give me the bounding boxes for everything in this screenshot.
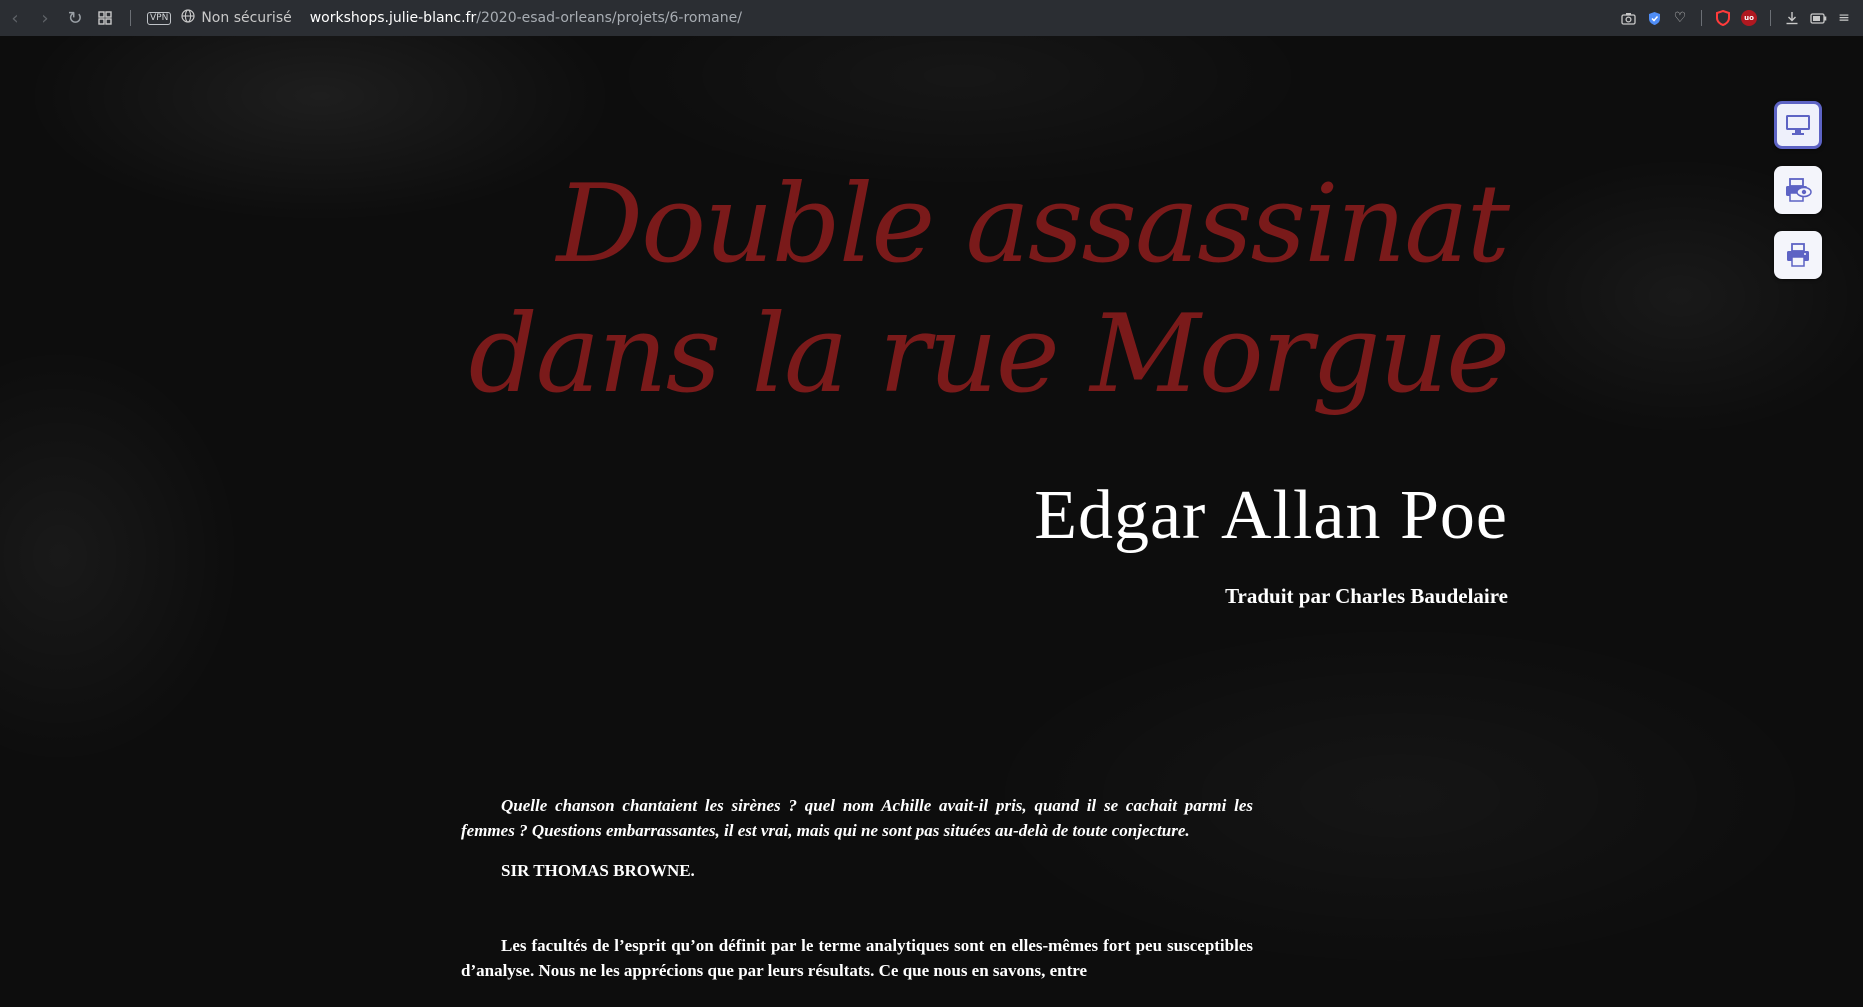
address-bar[interactable]: workshops.julie-blanc.fr/2020-esad-orlea… bbox=[310, 10, 742, 26]
print-button[interactable] bbox=[1774, 231, 1822, 279]
book-title-line: dans la rue Morgue bbox=[468, 292, 1510, 417]
view-mode-controls bbox=[1774, 101, 1822, 279]
adblock-shield-icon[interactable] bbox=[1710, 10, 1736, 26]
print-preview-icon bbox=[1786, 178, 1812, 202]
shield-check-icon[interactable] bbox=[1641, 11, 1667, 26]
toolbar-right-icons: ♡ uo ≡ bbox=[1615, 0, 1857, 36]
forward-icon[interactable]: › bbox=[30, 0, 60, 36]
camera-icon[interactable] bbox=[1615, 12, 1641, 25]
screen-view-button[interactable] bbox=[1774, 101, 1822, 149]
toolbar-divider bbox=[1701, 10, 1702, 26]
book-title-line: Double assassinat bbox=[556, 162, 1510, 287]
printer-icon bbox=[1787, 243, 1809, 267]
epigraph: Quelle chanson chantaient les sirènes ? … bbox=[461, 796, 1253, 840]
vpn-badge[interactable]: VPN bbox=[147, 11, 172, 25]
download-icon[interactable] bbox=[1779, 11, 1805, 25]
toolbar-divider bbox=[130, 10, 131, 26]
security-status[interactable]: Non sécurisé bbox=[201, 10, 291, 26]
epigraph-author: SIR THOMAS BROWNE. bbox=[501, 861, 695, 880]
book-title: Double assassinat dans la rue Morgue bbox=[468, 160, 1510, 420]
first-paragraph: Les facultés de l’esprit qu’on définit p… bbox=[461, 936, 1253, 980]
book-author: Edgar Allan Poe bbox=[1034, 477, 1508, 554]
book-text: Quelle chanson chantaient les sirènes ? … bbox=[461, 793, 1253, 983]
heart-icon[interactable]: ♡ bbox=[1667, 10, 1693, 26]
browser-toolbar: ‹ › ↻ VPN Non sécurisé workshops.julie-b… bbox=[0, 0, 1863, 36]
print-preview-button[interactable] bbox=[1774, 166, 1822, 214]
monitor-icon bbox=[1786, 115, 1810, 135]
battery-icon[interactable] bbox=[1805, 12, 1831, 24]
menu-icon[interactable]: ≡ bbox=[1831, 10, 1857, 26]
url-host: workshops.julie-blanc.fr bbox=[309, 10, 477, 26]
tabs-grid-icon[interactable] bbox=[90, 0, 120, 36]
url-path: /2020-esad-orleans/projets/6-romane/ bbox=[476, 10, 742, 26]
web-page: Double assassinat dans la rue Morgue Edg… bbox=[0, 36, 1863, 1007]
ublock-icon[interactable]: uo bbox=[1736, 10, 1762, 26]
reload-icon[interactable]: ↻ bbox=[60, 0, 90, 36]
book-translator: Traduit par Charles Baudelaire bbox=[1225, 584, 1508, 608]
globe-icon bbox=[181, 9, 195, 27]
back-icon[interactable]: ‹ bbox=[0, 0, 30, 36]
toolbar-divider bbox=[1770, 10, 1771, 26]
